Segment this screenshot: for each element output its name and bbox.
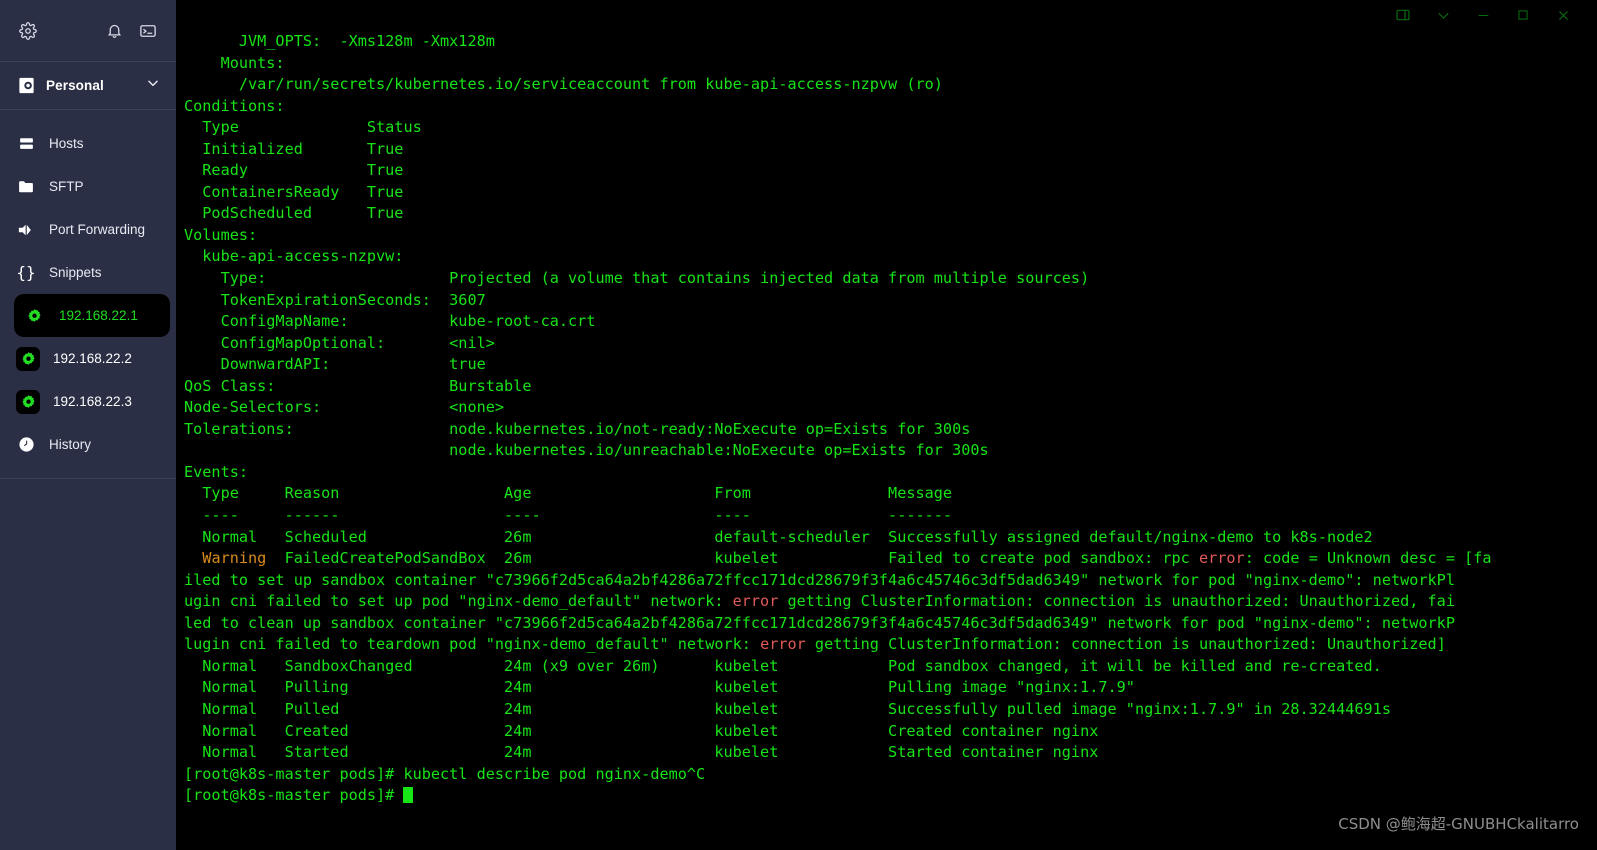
sidebar-item-sftp[interactable]: SFTP <box>0 165 176 208</box>
sidebar-host-label: 192.168.22.3 <box>53 394 132 409</box>
sidebar-nav: Hosts SFTP Port Forwarding {} Snippets 1… <box>0 110 176 479</box>
terminal-line: node.kubernetes.io/unreachable:NoExecute… <box>184 441 989 460</box>
terminal-line: /var/run/secrets/kubernetes.io/serviceac… <box>184 75 943 94</box>
clock-icon <box>16 435 36 455</box>
terminal-line: JVM_OPTS: -Xms128m -Xmx128m <box>184 32 495 50</box>
terminal-line: Type Reason Age From Message <box>184 484 953 503</box>
sidebar-item-port-forwarding[interactable]: Port Forwarding <box>0 208 176 251</box>
host-gear-icon <box>16 346 40 371</box>
sidebar-item-hosts[interactable]: Hosts <box>0 122 176 165</box>
terminal-line: Tolerations: node.kubernetes.io/not-read… <box>184 419 971 438</box>
terminal-line: ConfigMapOptional: <nil> <box>184 333 495 352</box>
window-controls <box>1383 0 1597 30</box>
sidebar-item-snippets[interactable]: {} Snippets <box>0 251 176 294</box>
terminal-event-row-warning: Warning FailedCreatePodSandBox 26m kubel… <box>202 549 1492 568</box>
terminal-area[interactable]: JVM_OPTS: -Xms128m -Xmx128m Mounts: /var… <box>176 0 1597 850</box>
chevron-down-icon[interactable] <box>146 76 160 95</box>
sidebar-host-192-168-22-1[interactable]: 192.168.22.1 <box>14 294 170 337</box>
braces-icon: {} <box>16 263 36 282</box>
terminal-line: [root@k8s-master pods]# kubectl describe… <box>184 764 706 783</box>
terminal-line: PodScheduled True <box>184 204 404 223</box>
terminal-line: Normal Pulled 24m kubelet Successfully p… <box>184 699 1391 718</box>
terminal-line: TokenExpirationSeconds: 3607 <box>184 290 486 309</box>
sidebar-item-label: Snippets <box>49 265 102 280</box>
host-gear-icon <box>16 389 40 414</box>
terminal-line: ---- ------ ---- ---- ------- <box>184 506 953 525</box>
terminal-line: Normal Pulling 24m kubelet Pulling image… <box>184 678 1135 697</box>
terminal-output[interactable]: JVM_OPTS: -Xms128m -Xmx128m Mounts: /var… <box>184 31 1596 807</box>
terminal-line: Type Status <box>184 118 422 137</box>
terminal-line: Type: Projected (a volume that contains … <box>184 269 1090 288</box>
terminal-line: Volumes: <box>184 225 258 244</box>
terminal-line: Normal SandboxChanged 24m (x9 over 26m) … <box>184 656 1382 675</box>
app-window: Personal Hosts SFTP Port Forwarding {} S… <box>0 0 1597 850</box>
host-gear-icon <box>22 304 46 328</box>
chevron-down-icon[interactable] <box>1423 0 1463 30</box>
terminal-line: DownwardAPI: true <box>184 355 486 374</box>
terminal-line: Ready True <box>184 161 404 180</box>
sidebar-item-label: History <box>49 437 92 452</box>
account-label: Personal <box>46 78 104 93</box>
terminal-line: Normal Started 24m kubelet Started conta… <box>184 743 1099 762</box>
sidebar-host-label: 192.168.22.2 <box>53 351 132 366</box>
sidebar-item-label: SFTP <box>49 179 84 194</box>
sidebar-topbar <box>0 0 176 62</box>
terminal-line: kube-api-access-nzpvw: <box>184 247 404 266</box>
sidebar-divider <box>0 478 176 479</box>
terminal-line: Node-Selectors: <none> <box>184 398 505 417</box>
watermark: CSDN @鲍海超-GNUBHCkalitarro <box>1338 815 1579 833</box>
sidebar-item-label: Port Forwarding <box>49 222 146 237</box>
terminal-line: Events: <box>184 462 249 481</box>
split-panel-icon[interactable] <box>1383 0 1423 30</box>
gear-icon[interactable] <box>16 19 40 43</box>
terminal-icon[interactable] <box>136 19 160 43</box>
terminal-line: Mounts: <box>184 53 285 72</box>
bell-icon[interactable] <box>102 19 126 43</box>
sidebar-account-selector[interactable]: Personal <box>0 62 176 110</box>
terminal-cursor <box>403 787 413 804</box>
sidebar-item-label: Hosts <box>49 136 84 151</box>
server-rack-icon <box>16 134 36 154</box>
terminal-line: Normal Created 24m kubelet Created conta… <box>184 721 1099 740</box>
maximize-icon[interactable] <box>1503 0 1543 30</box>
sidebar-item-history[interactable]: History <box>0 423 176 466</box>
sidebar-host-label: 192.168.22.1 <box>59 308 138 323</box>
terminal-line-wrapped: led to clean up sandbox container "c7396… <box>184 613 1455 632</box>
terminal-line: ConfigMapName: kube-root-ca.crt <box>184 312 596 331</box>
minimize-icon[interactable] <box>1463 0 1503 30</box>
terminal-line-wrapped: ugin cni failed to set up pod "nginx-dem… <box>184 592 1455 611</box>
vault-icon <box>16 76 36 96</box>
sidebar-host-192-168-22-3[interactable]: 192.168.22.3 <box>0 380 176 423</box>
terminal-prompt-line: [root@k8s-master pods]# <box>184 785 1596 807</box>
terminal-line-wrapped: iled to set up sandbox container "c73966… <box>184 570 1455 589</box>
terminal-event-row: Normal Scheduled 26m default-scheduler S… <box>184 527 1373 546</box>
close-icon[interactable] <box>1543 0 1583 30</box>
sidebar-host-192-168-22-2[interactable]: 192.168.22.2 <box>0 337 176 380</box>
sidebar: Personal Hosts SFTP Port Forwarding {} S… <box>0 0 176 850</box>
terminal-line: QoS Class: Burstable <box>184 376 532 395</box>
folder-icon <box>16 177 36 197</box>
port-forwarding-icon <box>16 220 36 240</box>
terminal-line-wrapped: lugin cni failed to teardown pod "nginx-… <box>184 635 1446 654</box>
terminal-line: ContainersReady True <box>184 182 404 201</box>
terminal-line: Conditions: <box>184 96 285 115</box>
terminal-line: Initialized True <box>184 139 404 158</box>
